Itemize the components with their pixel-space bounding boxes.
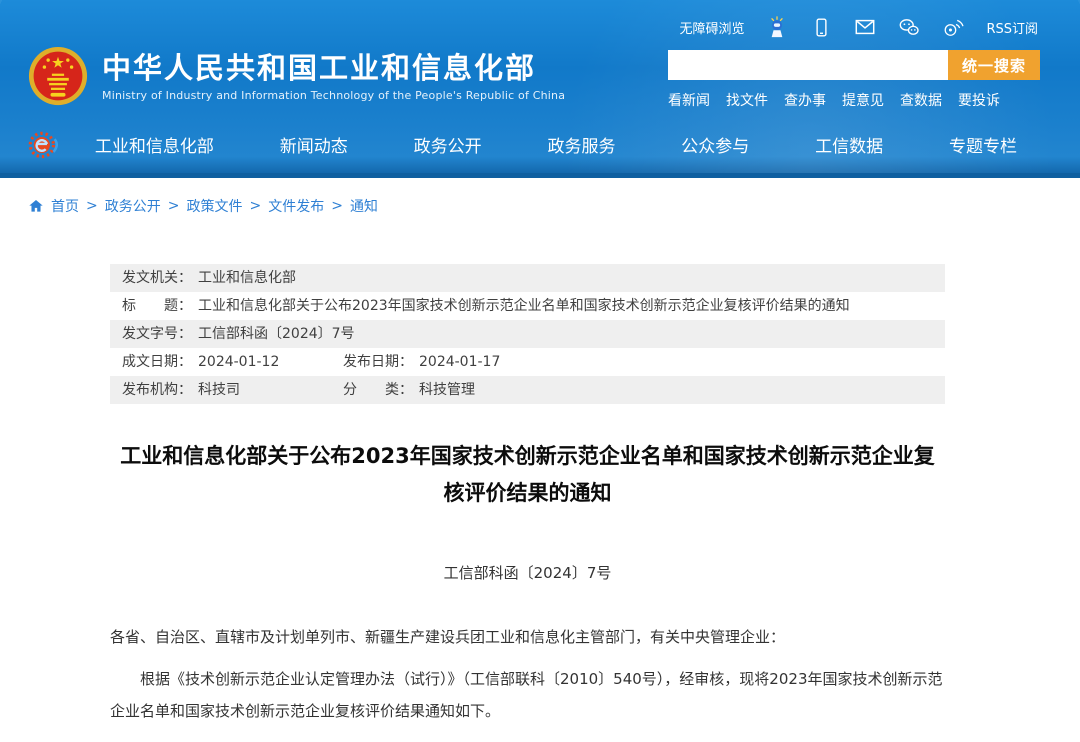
document-meta-table: 发文机关： 工业和信息化部 标 题： 工业和信息化部关于公布2023年国家技术创新示… <box>110 264 945 404</box>
header-bottom-strip <box>0 173 1080 178</box>
nav-item-miit-data[interactable]: 工信数据 <box>815 132 883 157</box>
site-header: 无障碍浏览 <box>0 0 1080 178</box>
quick-link-services[interactable]: 查办事 <box>784 90 826 110</box>
meta-value: 科技司 <box>198 382 240 398</box>
meta-value: 2024-01-17 <box>419 354 500 370</box>
site-subtitle: Ministry of Industry and Information Tec… <box>102 89 565 102</box>
quick-link-news[interactable]: 看新闻 <box>668 90 710 110</box>
crumb-gov-info[interactable]: 政务公开 <box>105 196 161 216</box>
meta-label: 发文字号： <box>122 326 192 342</box>
rss-link[interactable]: RSS订阅 <box>986 18 1038 37</box>
search-input[interactable] <box>668 50 948 80</box>
document-title: 工业和信息化部关于公布2023年国家技术创新示范企业名单和国家技术创新示范企业复… <box>110 438 945 512</box>
crumb-notice[interactable]: 通知 <box>350 196 378 216</box>
meta-label: 发布日期： <box>343 354 413 370</box>
meta-row-doc-number: 发文字号： 工信部科函〔2024〕7号 <box>110 320 945 348</box>
quick-link-data[interactable]: 查数据 <box>900 90 942 110</box>
crumb-separator: > <box>249 198 261 214</box>
crumb-policy-files[interactable]: 政策文件 <box>186 196 242 216</box>
miit-e-logo-icon[interactable] <box>26 127 62 163</box>
meta-label: 发文机关： <box>122 270 192 286</box>
crumb-separator: > <box>86 198 98 214</box>
meta-row-title: 标 题： 工业和信息化部关于公布2023年国家技术创新示范企业名单和国家技术创新示… <box>110 292 945 320</box>
nav-item-gov-info[interactable]: 政务公开 <box>414 132 482 157</box>
meta-row-publisher-category: 发布机构： 科技司 分 类： 科技管理 <box>110 376 945 404</box>
document-number: 工信部科函〔2024〕7号 <box>110 562 945 583</box>
site-title: 中华人民共和国工业和信息化部 <box>102 51 565 85</box>
crumb-separator: > <box>331 198 343 214</box>
document-content: 发文机关： 工业和信息化部 标 题： 工业和信息化部关于公布2023年国家技术创新示… <box>110 264 945 727</box>
meta-label: 分 类： <box>343 382 413 398</box>
national-emblem-icon <box>28 46 88 106</box>
meta-value: 工信部科函〔2024〕7号 <box>198 326 355 342</box>
meta-row-dates: 成文日期： 2024-01-12 发布日期： 2024-01-17 <box>110 348 945 376</box>
quick-link-suggestions[interactable]: 提意见 <box>842 90 884 110</box>
nav-item-news[interactable]: 新闻动态 <box>280 132 348 157</box>
accessibility-link[interactable]: 无障碍浏览 <box>679 18 744 37</box>
nav-item-gov-services[interactable]: 政务服务 <box>547 132 615 157</box>
quick-link-files[interactable]: 找文件 <box>726 90 768 110</box>
site-logo[interactable]: 中华人民共和国工业和信息化部 Ministry of Industry and … <box>28 46 565 106</box>
mobile-phone-icon[interactable] <box>810 16 832 38</box>
wechat-icon[interactable] <box>898 16 920 38</box>
search-area: 统一搜索 看新闻 找文件 查办事 提意见 查数据 要投诉 <box>668 50 1040 110</box>
meta-label: 成文日期： <box>122 354 192 370</box>
meta-value: 工业和信息化部关于公布2023年国家技术创新示范企业名单和国家技术创新示范企业复… <box>198 298 850 314</box>
quick-link-complaints[interactable]: 要投诉 <box>958 90 1000 110</box>
breadcrumb: 首页 > 政务公开 > 政策文件 > 文件发布 > 通知 <box>28 196 1080 216</box>
search-button[interactable]: 统一搜索 <box>948 50 1040 80</box>
mail-icon[interactable] <box>854 16 876 38</box>
nav-item-public-participation[interactable]: 公众参与 <box>681 132 749 157</box>
meta-row-issuing-authority: 发文机关： 工业和信息化部 <box>110 264 945 292</box>
meta-value: 工业和信息化部 <box>198 270 296 286</box>
home-icon[interactable] <box>28 198 44 214</box>
nav-item-special-topics[interactable]: 专题专栏 <box>949 132 1017 157</box>
document-paragraph: 根据《技术创新示范企业认定管理办法（试行）》（工信部联科〔2010〕540号），… <box>110 663 945 727</box>
mascot-robot-icon[interactable] <box>766 16 788 38</box>
crumb-home[interactable]: 首页 <box>51 196 79 216</box>
crumb-separator: > <box>168 198 180 214</box>
meta-value: 科技管理 <box>419 382 475 398</box>
weibo-icon[interactable] <box>942 16 964 38</box>
meta-label: 标 题： <box>122 298 192 314</box>
crumb-file-release[interactable]: 文件发布 <box>268 196 324 216</box>
quick-links: 看新闻 找文件 查办事 提意见 查数据 要投诉 <box>668 90 1040 110</box>
document-salutation: 各省、自治区、直辖市及计划单列市、新疆生产建设兵团工业和信息化主管部门，有关中央… <box>110 623 945 651</box>
utility-bar: 无障碍浏览 <box>0 0 1080 40</box>
main-nav: 工业和信息化部 新闻动态 政务公开 政务服务 公众参与 工信数据 专题专栏 <box>0 116 1080 173</box>
meta-label: 发布机构： <box>122 382 192 398</box>
meta-value: 2024-01-12 <box>198 354 279 370</box>
nav-item-miit[interactable]: 工业和信息化部 <box>95 132 214 157</box>
